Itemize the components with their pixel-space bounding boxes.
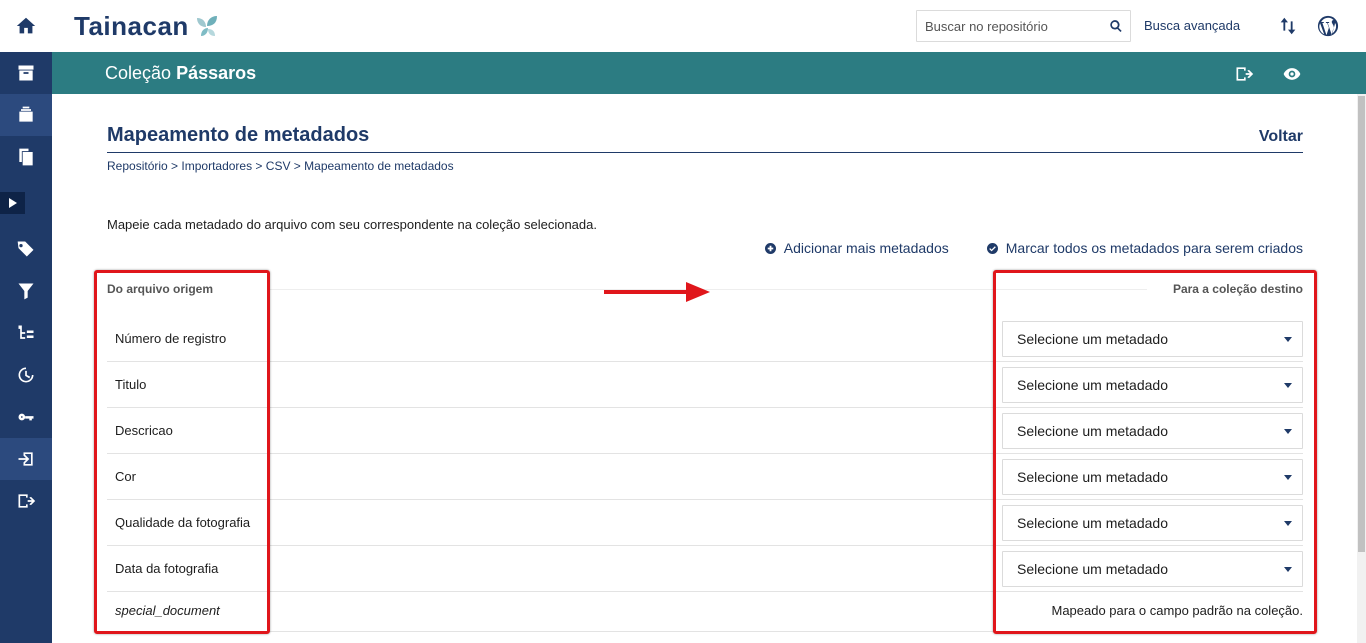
import-icon <box>18 452 33 466</box>
wordpress-button[interactable] <box>1316 14 1340 38</box>
annotation-arrow-icon <box>604 282 710 302</box>
sidebar-expand-button[interactable] <box>0 192 25 214</box>
collection-title-prefix: Coleção <box>105 63 172 83</box>
history-icon <box>18 367 34 383</box>
breadcrumb-item-importers[interactable]: Importadores <box>181 159 252 173</box>
title-divider <box>107 152 1303 153</box>
preview-button[interactable] <box>1281 63 1303 85</box>
logo-mark-icon <box>196 16 217 36</box>
breadcrumb-item-current[interactable]: Mapeamento de metadados <box>304 159 453 173</box>
mark-all-metadata-label: Marcar todos os metadados para serem cri… <box>1005 240 1303 256</box>
filter-icon <box>18 283 34 300</box>
sidebar-item-metadata[interactable] <box>0 312 52 354</box>
sidebar-item-importers[interactable] <box>0 438 52 480</box>
page-scrollbar[interactable] <box>1357 94 1366 643</box>
back-link[interactable]: Voltar <box>1259 128 1303 146</box>
breadcrumb-item-repository[interactable]: Repositório <box>107 159 168 173</box>
sidebar-item-collections[interactable] <box>0 52 52 94</box>
search-box <box>916 10 1131 42</box>
collection-name: Pássaros <box>176 63 257 83</box>
exit-icon <box>1236 67 1254 81</box>
add-more-metadata-link[interactable]: Adicionar mais metadados <box>764 240 949 256</box>
mark-all-metadata-link[interactable]: Marcar todos os metadados para serem cri… <box>986 240 1303 256</box>
breadcrumb: Repositório > Importadores > CSV > Mapea… <box>107 159 454 173</box>
sidebar-item-capabilities[interactable] <box>0 396 52 438</box>
copies-icon <box>19 148 33 166</box>
sidebar-item-exporters[interactable] <box>0 480 52 522</box>
collection-bar: Coleção Pássaros <box>52 52 1366 94</box>
hierarchy-icon <box>18 325 34 339</box>
sidebar-item-filters[interactable] <box>0 270 52 312</box>
archive-icon <box>18 65 34 81</box>
action-links: Adicionar mais metadados Marcar todos os… <box>764 240 1303 256</box>
top-header: Tainacan Busca avançada <box>52 0 1366 52</box>
collection-title: Coleção Pássaros <box>105 63 256 84</box>
add-more-metadata-label: Adicionar mais metadados <box>783 240 949 256</box>
sort-arrows-icon <box>1280 17 1296 35</box>
wordpress-icon <box>1317 15 1339 37</box>
search-button[interactable] <box>1101 11 1130 41</box>
items-icon <box>19 106 33 122</box>
search-input[interactable] <box>917 11 1101 41</box>
breadcrumb-item-csv[interactable]: CSV <box>266 159 291 173</box>
home-icon <box>16 17 36 34</box>
export-icon <box>18 494 36 508</box>
key-icon <box>18 413 34 421</box>
tainacan-logo[interactable]: Tainacan <box>74 10 221 42</box>
tags-icon <box>17 241 34 257</box>
annotation-box-source <box>94 270 270 634</box>
processes-button[interactable] <box>1276 14 1300 38</box>
breadcrumb-separator: > <box>290 159 305 173</box>
breadcrumb-separator: > <box>167 159 182 173</box>
advanced-search-link[interactable]: Busca avançada <box>1144 18 1240 33</box>
sidebar-item-items[interactable] <box>0 94 52 136</box>
sidebar-item-taxonomies[interactable] <box>0 228 52 270</box>
page-title: Mapeamento de metadados <box>107 124 370 146</box>
sidebar <box>0 0 52 643</box>
check-circle-icon <box>986 242 998 254</box>
eye-icon <box>1283 68 1301 80</box>
logo-text: Tainacan <box>74 10 189 41</box>
view-collection-page-button[interactable] <box>1233 63 1255 85</box>
sidebar-item-pages[interactable] <box>0 136 52 178</box>
scrollbar-thumb[interactable] <box>1358 96 1365 552</box>
chevron-right-icon <box>8 198 17 208</box>
sidebar-item-home[interactable] <box>0 0 52 52</box>
breadcrumb-separator: > <box>252 159 266 173</box>
sidebar-item-activities[interactable] <box>0 354 52 396</box>
intro-text: Mapeie cada metadado do arquivo com seu … <box>107 217 597 232</box>
search-icon <box>1109 20 1122 33</box>
plus-circle-icon <box>764 242 776 254</box>
annotation-box-target <box>993 270 1317 634</box>
